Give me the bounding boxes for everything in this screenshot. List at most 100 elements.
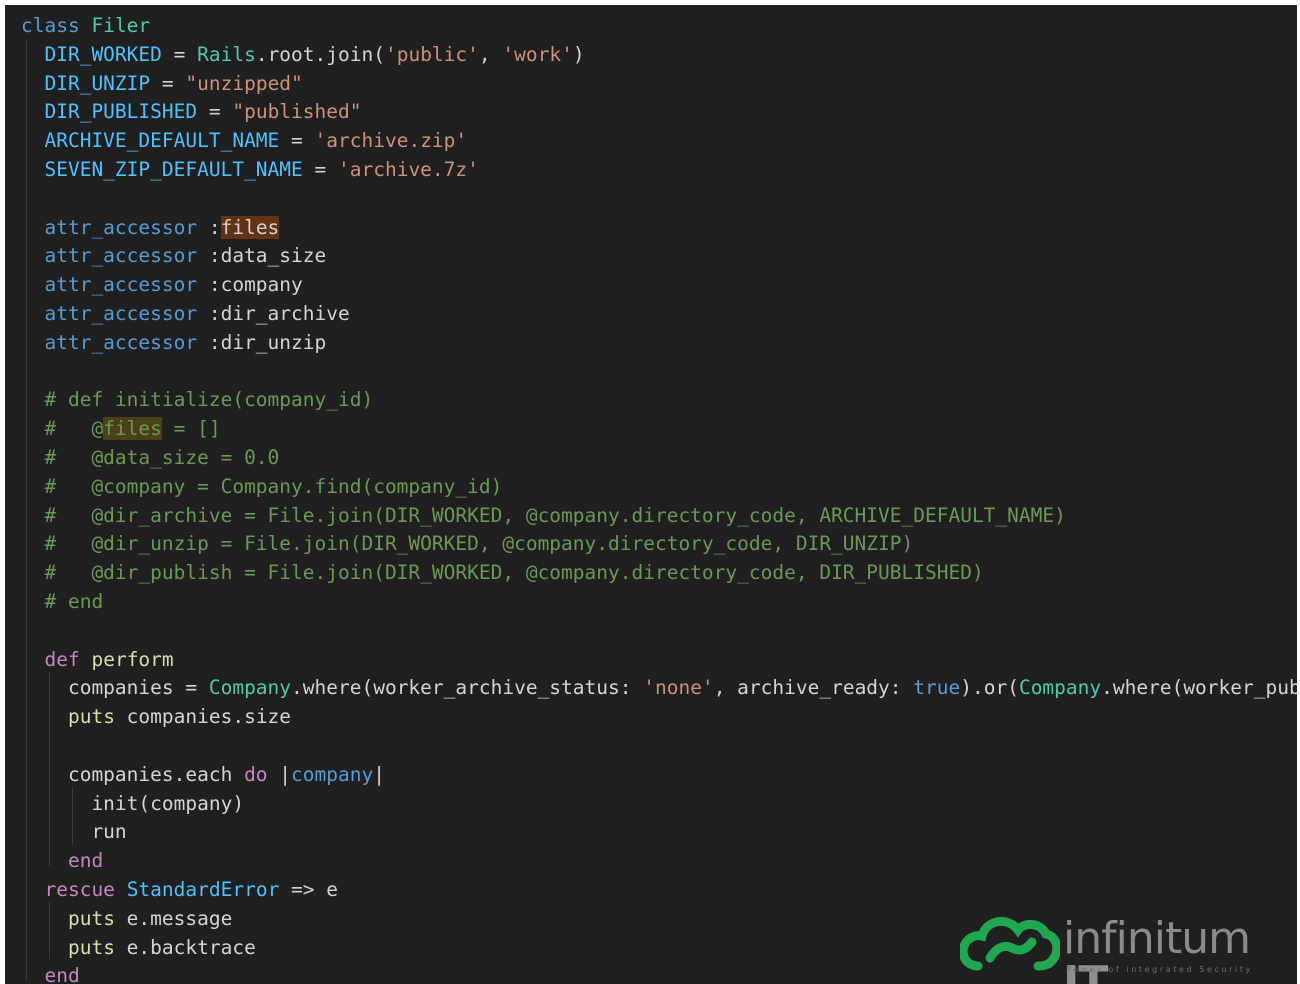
code-token: SEVEN_ZIP_DEFAULT_NAME xyxy=(44,157,303,181)
code-token: "published" xyxy=(232,100,362,124)
code-line[interactable]: ARCHIVE_DEFAULT_NAME = 'archive.zip' xyxy=(21,127,1297,156)
code-token: 'archive.7z' xyxy=(338,157,479,181)
code-token: = xyxy=(302,157,338,181)
code-line[interactable]: # @dir_unzip = File.join(DIR_WORKED, @co… xyxy=(21,530,1297,559)
code-line[interactable]: companies.each do |company| xyxy=(21,761,1297,790)
code-token: # def initialize(company_id) xyxy=(44,388,374,412)
code-token: company xyxy=(291,762,374,786)
code-line[interactable]: DIR_WORKED = Rails.root.join('public', '… xyxy=(21,41,1297,70)
code-token: companies = xyxy=(21,676,209,700)
code-token: # @dir_unzip = File.join(DIR_WORKED, @co… xyxy=(44,532,914,556)
code-token: e.backtrace xyxy=(114,935,256,959)
code-token: ARCHIVE_DEFAULT_NAME xyxy=(44,129,280,153)
code-token: Company xyxy=(1018,676,1102,700)
code-token: # xyxy=(44,417,92,441)
code-line[interactable]: companies = Company .where(worker_archive… xyxy=(21,674,1297,703)
code-token: init(company) xyxy=(21,791,245,815)
code-line[interactable]: rescue StandardError => e xyxy=(21,876,1297,905)
code-line[interactable]: # def initialize(company_id) xyxy=(21,386,1297,415)
code-token: => e xyxy=(279,877,339,901)
code-line[interactable]: # @dir_publish = File.join(DIR_WORKED, @… xyxy=(21,559,1297,588)
code-editor[interactable]: class Filer DIR_WORKED = Rails.root.join… xyxy=(5,5,1297,984)
code-token: run xyxy=(21,820,127,844)
code-line[interactable]: init(company) xyxy=(21,790,1297,819)
code-token: def xyxy=(44,647,80,671)
code-line[interactable]: end xyxy=(21,847,1297,876)
code-line[interactable]: # end xyxy=(21,588,1297,617)
code-token: # @data_size = 0.0 xyxy=(44,445,280,469)
code-token: e.message xyxy=(114,906,233,930)
code-token: .where(worker_publis xyxy=(1101,676,1297,700)
code-line[interactable]: DIR_UNZIP = "unzipped" xyxy=(21,70,1297,99)
code-token: Rails xyxy=(197,42,256,66)
code-token: 'none' xyxy=(643,676,714,700)
code-token: companies.each xyxy=(21,762,245,786)
code-line[interactable]: attr_accessor :files xyxy=(21,214,1297,243)
code-line[interactable]: def perform xyxy=(21,646,1297,675)
code-token: true xyxy=(913,676,961,700)
code-token: puts xyxy=(67,705,115,729)
code-line[interactable]: attr_accessor :dir_archive xyxy=(21,300,1297,329)
code-line[interactable]: puts companies.size xyxy=(21,703,1297,732)
code-token: # @company = Company.find(company_id) xyxy=(44,474,503,498)
cloud-logo-icon xyxy=(960,917,1060,971)
code-token: | xyxy=(373,762,385,786)
code-line[interactable] xyxy=(21,185,1297,214)
code-token: files xyxy=(103,417,162,441)
code-line[interactable]: class Filer xyxy=(21,12,1297,41)
code-token: = [] xyxy=(161,417,221,441)
code-token: puts xyxy=(67,935,115,959)
logo-tagline: Power of integrated Security xyxy=(1066,965,1253,974)
code-token: attr_accessor xyxy=(44,273,198,297)
code-token: # end xyxy=(44,589,104,613)
code-token: # @dir_archive = File.join(DIR_WORKED, @… xyxy=(44,503,1066,527)
code-token: , archive_ready: xyxy=(713,676,914,700)
code-token: companies.size xyxy=(114,705,292,729)
code-line[interactable]: # @data_size = 0.0 xyxy=(21,444,1297,473)
code-token: do xyxy=(244,762,268,786)
code-line[interactable]: SEVEN_ZIP_DEFAULT_NAME = 'archive.7z' xyxy=(21,156,1297,185)
code-line[interactable]: run xyxy=(21,818,1297,847)
code-line[interactable] xyxy=(21,617,1297,646)
code-content[interactable]: class Filer DIR_WORKED = Rails.root.join… xyxy=(21,12,1297,984)
code-token: attr_accessor xyxy=(44,215,198,239)
code-token: ) xyxy=(572,42,585,66)
code-line[interactable]: attr_accessor :dir_unzip xyxy=(21,329,1297,358)
code-line[interactable]: attr_accessor :data_size xyxy=(21,242,1297,271)
code-token: end xyxy=(44,964,80,984)
code-token: .where(worker_archive_status: xyxy=(291,676,644,700)
code-line[interactable] xyxy=(21,732,1297,761)
code-line[interactable]: attr_accessor :company xyxy=(21,271,1297,300)
code-token: = xyxy=(150,71,186,95)
code-token: DIR_PUBLISHED xyxy=(44,100,198,124)
code-line[interactable] xyxy=(21,358,1297,387)
code-token: files xyxy=(220,215,280,239)
code-line[interactable]: DIR_PUBLISHED = "published" xyxy=(21,98,1297,127)
code-token: :dir_unzip xyxy=(197,330,327,354)
code-line[interactable]: # @company = Company.find(company_id) xyxy=(21,473,1297,502)
code-token: : xyxy=(197,215,221,239)
code-token: = xyxy=(161,42,198,66)
code-line[interactable]: # @dir_archive = File.join(DIR_WORKED, @… xyxy=(21,502,1297,531)
code-line[interactable]: # @files = [] xyxy=(21,415,1297,444)
code-token: DIR_UNZIP xyxy=(44,71,151,95)
